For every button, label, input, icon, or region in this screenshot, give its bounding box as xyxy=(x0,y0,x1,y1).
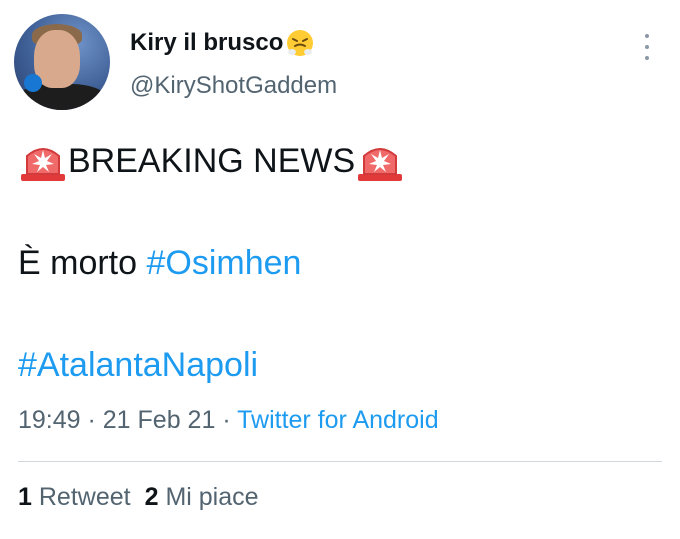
face-with-steam-from-nose-icon xyxy=(287,30,314,56)
dot xyxy=(645,45,649,49)
like-count: 2 xyxy=(144,483,159,511)
tweet-meta: 19:49 · 21 Feb 21 · Twitter for Android xyxy=(18,406,439,435)
avatar[interactable] xyxy=(14,14,110,110)
tweet-date[interactable]: 21 Feb 21 xyxy=(103,406,216,434)
hashtag-osimhen[interactable]: #Osimhen xyxy=(146,244,301,283)
author-handle[interactable]: @KiryShotGaddem xyxy=(130,72,337,100)
divider xyxy=(18,461,662,462)
breaking-news-text: BREAKING NEWS xyxy=(68,141,356,180)
tweet-source[interactable]: Twitter for Android xyxy=(237,406,438,434)
tweet-stats: 1 Retweet 2 Mi piace xyxy=(18,483,259,512)
tweet-line-breaking: BREAKING NEWS xyxy=(18,138,405,184)
likes-stat[interactable]: 2 Mi piace xyxy=(145,483,259,511)
like-label: Mi piace xyxy=(165,483,259,511)
police-car-light-icon xyxy=(21,148,65,181)
separator: · xyxy=(80,406,103,434)
tweet-text: È morto xyxy=(18,244,147,282)
separator: · xyxy=(215,406,238,434)
hashtag-atalantanapoli[interactable]: #AtalantaNapoli xyxy=(18,346,258,385)
avatar-microphone xyxy=(24,74,42,92)
tweet-line-morto: È morto #Osimhen xyxy=(18,244,301,283)
more-options-icon[interactable] xyxy=(640,34,654,60)
tweet-line-hashtag: #AtalantaNapoli xyxy=(18,346,258,385)
author-name-row[interactable]: Kiry il brusco xyxy=(130,28,315,58)
display-name[interactable]: Kiry il brusco xyxy=(130,29,283,57)
dot xyxy=(645,34,649,38)
police-car-light-icon xyxy=(358,148,403,181)
retweet-label: Retweet xyxy=(38,483,131,511)
retweets-stat[interactable]: 1 Retweet xyxy=(18,483,131,511)
tweet-time[interactable]: 19:49 xyxy=(18,406,81,434)
retweet-count: 1 xyxy=(18,483,32,511)
dot xyxy=(645,56,649,60)
